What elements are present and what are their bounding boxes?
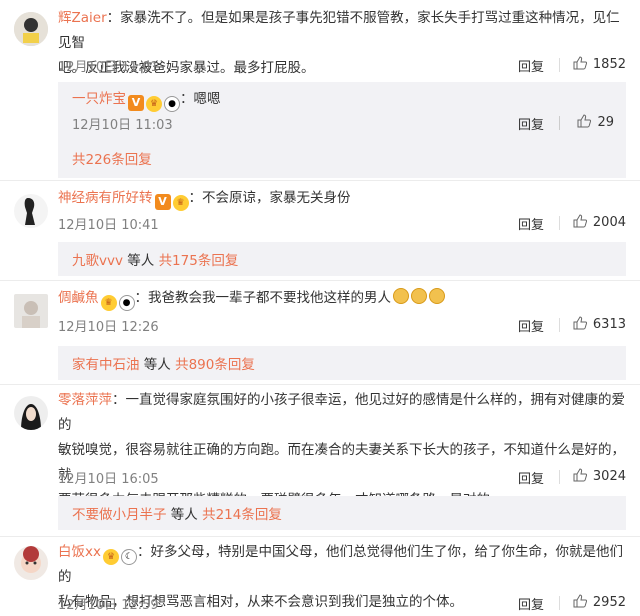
like-button[interactable]: 3024 <box>573 468 626 484</box>
reply-item: 一只炸宝 V ♛ ● ：嗯嗯 <box>72 88 614 112</box>
emoji-icon <box>393 288 409 304</box>
comment-meta: 12月10日 10:41 回复 2004 <box>58 214 626 234</box>
more-replies-link[interactable]: 共226条回复 <box>72 148 152 168</box>
crown-icon: ♛ <box>172 195 189 211</box>
timestamp: 12月10日 12:26 <box>58 320 159 335</box>
more-replies-count[interactable]: 共226条回复 <box>72 152 152 168</box>
reply-text: ：嗯嗯 <box>180 91 221 107</box>
like-count: 29 <box>597 115 614 130</box>
like-count: 1852 <box>592 57 626 72</box>
username-link[interactable]: 一只炸宝 <box>72 91 126 107</box>
like-button[interactable]: 6313 <box>573 316 626 332</box>
like-button[interactable]: 29 <box>577 114 614 130</box>
more-replies-count[interactable]: 共890条回复 <box>175 357 255 373</box>
comment-text: 倜鹹魚 ♛ ● ：我爸教会我一辈子都不要找他这样的男人 <box>58 286 626 311</box>
divider <box>559 58 560 72</box>
comment-text: 神经病有所好转 V ♛ ：不会原谅，家暴无关身份 <box>58 186 626 211</box>
timestamp: 12月10日 12:59 <box>58 598 159 613</box>
timestamp: 12月10日 16:05 <box>58 472 159 487</box>
timestamp: 12月10日 11:01 <box>58 60 159 75</box>
verified-icon: V <box>154 194 171 210</box>
crown-icon: ♛ <box>100 295 117 311</box>
comment-line: ：一直觉得家庭氛围好的小孩子很幸运，他见过好的感情是什么样的，拥有对健康的爱的 <box>58 392 625 433</box>
more-label: 等人 <box>166 507 203 523</box>
more-replies-link[interactable]: 不要做小月半子 等人 共214条回复 <box>72 503 282 523</box>
divider <box>559 216 560 230</box>
like-count: 2004 <box>592 215 626 230</box>
like-count: 2952 <box>592 595 626 610</box>
night-icon: ☾ <box>120 549 137 565</box>
username-link[interactable]: 辉Zaier <box>58 10 107 26</box>
comment-text: 零落萍萍：一直觉得家庭氛围好的小孩子很幸运，他见过好的感情是什么样的，拥有对健康… <box>58 388 626 513</box>
thumbs-up-icon <box>573 56 587 70</box>
like-button[interactable]: 2952 <box>573 594 626 610</box>
username-link[interactable]: 白饭xx <box>58 544 101 560</box>
comment-meta: 12月10日 16:05 回复 3024 <box>58 468 626 488</box>
crown-icon: ♛ <box>146 96 162 112</box>
reply-user[interactable]: 九歌vvv <box>72 253 123 269</box>
avatar[interactable] <box>14 396 48 430</box>
divider <box>0 180 640 181</box>
like-button[interactable]: 2004 <box>573 214 626 230</box>
reply-button[interactable]: 回复 <box>518 114 544 133</box>
username-link[interactable]: 神经病有所好转 <box>58 190 153 206</box>
panda-icon: ● <box>164 96 180 112</box>
reply-box: 家有中石油 等人 共890条回复 <box>58 346 626 380</box>
reply-button[interactable]: 回复 <box>518 56 544 75</box>
comment-meta: 12月10日 11:01 回复 1852 <box>58 56 626 76</box>
more-replies-link[interactable]: 家有中石油 等人 共890条回复 <box>72 353 255 373</box>
divider <box>0 280 640 281</box>
divider <box>559 596 560 610</box>
reply-box: 一只炸宝 V ♛ ● ：嗯嗯 12月10日 11:03 回复 29 共226条回复 <box>58 82 626 178</box>
more-label: 等人 <box>139 357 176 373</box>
avatar[interactable] <box>14 194 48 228</box>
comment-line: ：家暴洗不了。但是如果是孩子事先犯错不服管教，家长失手打骂过重这种情况，见仁见智 <box>58 10 620 51</box>
more-replies-link[interactable]: 九歌vvv 等人 共175条回复 <box>72 249 238 269</box>
thumbs-up-icon <box>573 594 587 608</box>
reply-button[interactable]: 回复 <box>518 316 544 335</box>
reply-button[interactable]: 回复 <box>518 468 544 487</box>
like-button[interactable]: 1852 <box>573 56 626 72</box>
comment-meta: 12月10日 12:59 回复 2952 <box>58 594 626 614</box>
comment-meta: 12月10日 12:26 回复 6313 <box>58 316 626 336</box>
emoji-icon <box>411 288 427 304</box>
avatar[interactable] <box>14 546 48 580</box>
more-replies-count[interactable]: 共175条回复 <box>159 253 239 269</box>
reply-meta: 12月10日 11:03 回复 29 <box>72 114 614 134</box>
thumbs-up-icon <box>573 316 587 330</box>
avatar[interactable] <box>14 294 48 328</box>
more-replies-count[interactable]: 共214条回复 <box>202 507 282 523</box>
divider <box>559 470 560 484</box>
reply-user[interactable]: 不要做小月半子 <box>72 507 167 523</box>
panda-icon: ● <box>118 295 135 311</box>
more-label: 等人 <box>122 253 159 269</box>
divider <box>559 116 560 130</box>
reply-button[interactable]: 回复 <box>518 594 544 613</box>
timestamp: 12月10日 11:03 <box>72 118 173 133</box>
username-link[interactable]: 倜鹹魚 <box>58 290 99 306</box>
thumbs-up-icon <box>573 468 587 482</box>
divider <box>0 384 640 385</box>
like-count: 6313 <box>592 317 626 332</box>
comment-line: ：不会原谅，家暴无关身份 <box>188 190 351 206</box>
timestamp: 12月10日 10:41 <box>58 218 159 233</box>
comment-line: ：好多父母，特别是中国父母，他们总觉得他们生了你，给了你生命，你就是他们的 <box>58 544 623 585</box>
avatar[interactable] <box>14 12 48 46</box>
reply-button[interactable]: 回复 <box>518 214 544 233</box>
emoji-icon <box>429 288 445 304</box>
divider <box>559 318 560 332</box>
crown-icon: ♛ <box>102 549 119 565</box>
like-count: 3024 <box>592 469 626 484</box>
verified-icon: V <box>128 95 144 111</box>
thumbs-up-icon <box>577 114 592 128</box>
reply-box: 不要做小月半子 等人 共214条回复 <box>58 496 626 530</box>
reply-user[interactable]: 家有中石油 <box>72 357 140 373</box>
divider <box>0 536 640 537</box>
thumbs-up-icon <box>573 214 587 228</box>
reply-box: 九歌vvv 等人 共175条回复 <box>58 242 626 276</box>
comment-line: ：我爸教会我一辈子都不要找他这样的男人 <box>134 290 392 306</box>
username-link[interactable]: 零落萍萍 <box>58 392 112 408</box>
